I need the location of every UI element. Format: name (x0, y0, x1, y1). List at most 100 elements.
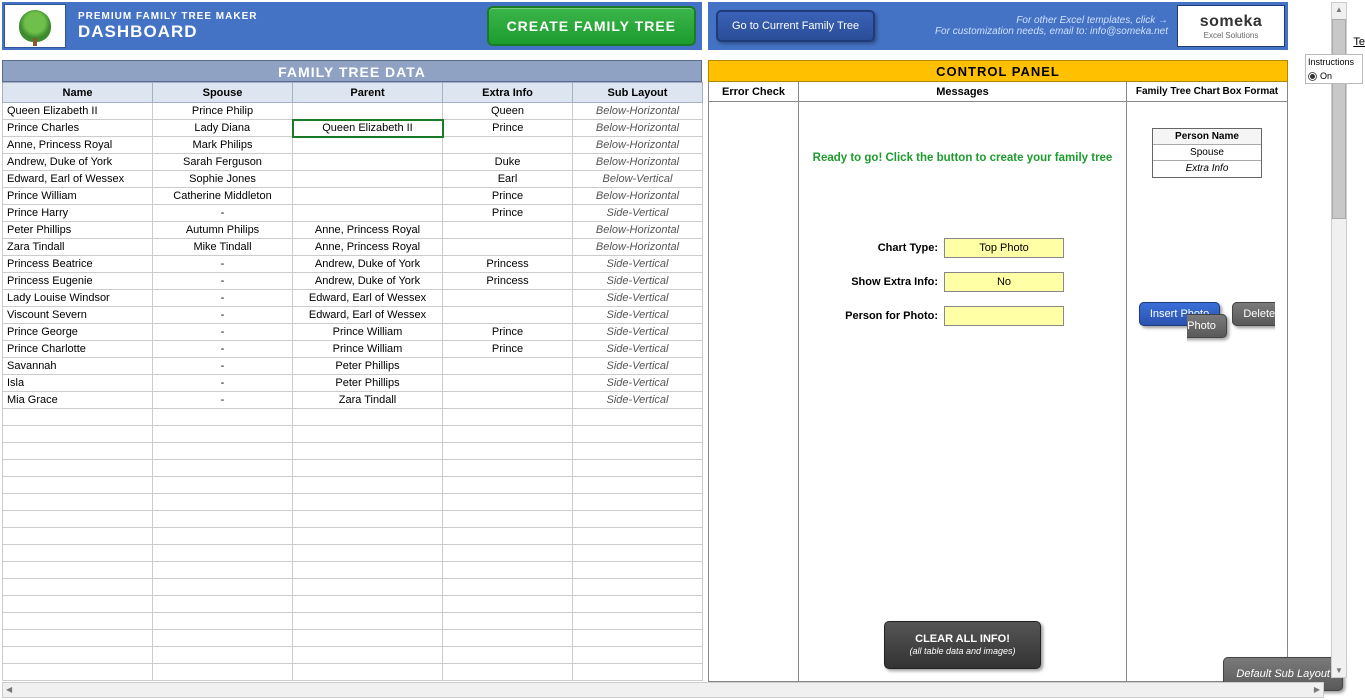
table-cell[interactable]: Anne, Princess Royal (293, 222, 443, 239)
table-cell[interactable]: Side-Vertical (573, 290, 703, 307)
table-row[interactable] (3, 579, 703, 596)
table-cell[interactable]: Peter Phillips (293, 358, 443, 375)
table-cell[interactable]: Isla (3, 375, 153, 392)
table-cell[interactable]: Side-Vertical (573, 392, 703, 409)
table-cell[interactable]: Zara Tindall (293, 392, 443, 409)
table-row[interactable] (3, 409, 703, 426)
table-cell[interactable] (573, 664, 703, 681)
table-cell[interactable]: Prince William (293, 324, 443, 341)
create-family-tree-button[interactable]: CREATE FAMILY TREE (487, 6, 696, 46)
table-row[interactable]: Prince Harry-PrinceSide-Vertical (3, 205, 703, 222)
table-cell[interactable] (443, 137, 573, 154)
table-row[interactable]: Viscount Severn-Edward, Earl of WessexSi… (3, 307, 703, 324)
table-cell[interactable]: Edward, Earl of Wessex (293, 290, 443, 307)
table-cell[interactable]: Viscount Severn (3, 307, 153, 324)
table-cell[interactable]: Prince (443, 341, 573, 358)
table-cell[interactable] (443, 664, 573, 681)
table-row[interactable]: Edward, Earl of WessexSophie JonesEarlBe… (3, 171, 703, 188)
table-cell[interactable]: Side-Vertical (573, 358, 703, 375)
table-cell[interactable] (293, 477, 443, 494)
table-cell[interactable]: Below-Horizontal (573, 137, 703, 154)
table-cell[interactable]: Peter Phillips (3, 222, 153, 239)
table-row[interactable] (3, 426, 703, 443)
table-row[interactable] (3, 494, 703, 511)
table-cell[interactable] (3, 511, 153, 528)
table-cell[interactable] (153, 630, 293, 647)
table-row[interactable] (3, 596, 703, 613)
table-cell[interactable]: Zara Tindall (3, 239, 153, 256)
table-cell[interactable] (3, 409, 153, 426)
table-cell[interactable] (443, 358, 573, 375)
table-cell[interactable] (293, 579, 443, 596)
table-cell[interactable]: Edward, Earl of Wessex (3, 171, 153, 188)
table-cell[interactable] (293, 188, 443, 205)
table-cell[interactable]: Andrew, Duke of York (293, 273, 443, 290)
table-row[interactable] (3, 477, 703, 494)
table-cell[interactable] (3, 664, 153, 681)
table-cell[interactable] (443, 426, 573, 443)
table-cell[interactable] (153, 511, 293, 528)
table-row[interactable]: Savannah-Peter PhillipsSide-Vertical (3, 358, 703, 375)
table-cell[interactable] (293, 596, 443, 613)
table-cell[interactable] (293, 511, 443, 528)
table-row[interactable] (3, 511, 703, 528)
table-cell[interactable] (573, 409, 703, 426)
table-cell[interactable]: Prince (443, 188, 573, 205)
table-cell[interactable]: Side-Vertical (573, 307, 703, 324)
table-cell[interactable] (293, 426, 443, 443)
table-row[interactable] (3, 443, 703, 460)
table-row[interactable]: Zara TindallMike TindallAnne, Princess R… (3, 239, 703, 256)
table-cell[interactable] (293, 205, 443, 222)
table-cell[interactable] (443, 375, 573, 392)
table-cell[interactable] (293, 528, 443, 545)
table-cell[interactable] (153, 528, 293, 545)
table-cell[interactable]: Side-Vertical (573, 205, 703, 222)
col-spouse[interactable]: Spouse (153, 83, 293, 103)
table-row[interactable]: Lady Louise Windsor-Edward, Earl of Wess… (3, 290, 703, 307)
table-cell[interactable] (573, 528, 703, 545)
table-cell[interactable] (153, 494, 293, 511)
table-cell[interactable]: Side-Vertical (573, 375, 703, 392)
table-cell[interactable] (573, 647, 703, 664)
table-cell[interactable] (153, 409, 293, 426)
table-row[interactable]: Prince CharlesLady DianaQueen Elizabeth … (3, 120, 703, 137)
table-cell[interactable] (3, 562, 153, 579)
table-cell[interactable] (293, 460, 443, 477)
table-cell[interactable]: Lady Louise Windsor (3, 290, 153, 307)
table-cell[interactable] (153, 460, 293, 477)
table-cell[interactable] (443, 596, 573, 613)
instructions-on-radio[interactable]: On (1308, 71, 1360, 81)
table-cell[interactable]: Princess Eugenie (3, 273, 153, 290)
table-cell[interactable] (443, 511, 573, 528)
table-cell[interactable]: - (153, 392, 293, 409)
table-cell[interactable] (293, 103, 443, 120)
table-cell[interactable]: Duke (443, 154, 573, 171)
table-row[interactable]: Anne, Princess RoyalMark Philips Below-Ho… (3, 137, 703, 154)
table-cell[interactable]: Princess (443, 256, 573, 273)
col-name[interactable]: Name (3, 83, 153, 103)
table-cell[interactable] (443, 579, 573, 596)
table-row[interactable] (3, 613, 703, 630)
table-cell[interactable] (573, 613, 703, 630)
table-cell[interactable]: Savannah (3, 358, 153, 375)
table-cell[interactable] (443, 613, 573, 630)
vertical-scrollbar[interactable] (1331, 2, 1347, 678)
col-layout[interactable]: Sub Layout (573, 83, 703, 103)
table-cell[interactable] (293, 171, 443, 188)
table-cell[interactable] (3, 613, 153, 630)
table-cell[interactable]: Mia Grace (3, 392, 153, 409)
table-cell[interactable]: Anne, Princess Royal (3, 137, 153, 154)
table-cell[interactable]: Queen Elizabeth II▼Queen Elizabeth IIPri… (293, 120, 443, 137)
table-cell[interactable]: Side-Vertical (573, 324, 703, 341)
table-cell[interactable] (3, 426, 153, 443)
table-cell[interactable] (293, 613, 443, 630)
table-cell[interactable] (293, 443, 443, 460)
table-cell[interactable] (443, 443, 573, 460)
table-cell[interactable]: Queen (443, 103, 573, 120)
table-cell[interactable]: Prince (443, 324, 573, 341)
table-cell[interactable]: Below-Horizontal (573, 239, 703, 256)
table-row[interactable] (3, 460, 703, 477)
table-cell[interactable]: Prince Charlotte (3, 341, 153, 358)
table-cell[interactable] (443, 239, 573, 256)
table-cell[interactable]: Mark Philips (153, 137, 293, 154)
